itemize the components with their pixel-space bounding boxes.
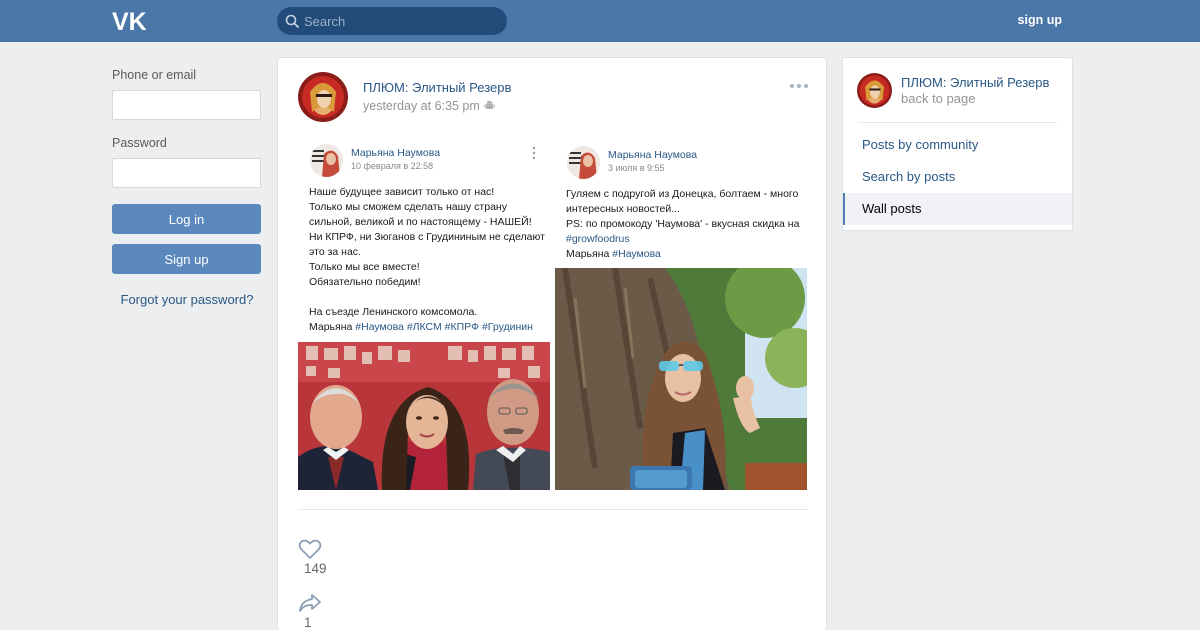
login-button[interactable]: Log in xyxy=(112,204,261,234)
post-divider xyxy=(298,509,808,510)
screenshot-author: Марьяна Наумова xyxy=(351,147,441,159)
more-options-icon[interactable] xyxy=(789,82,809,90)
screenshot-body: Гуляем с подругой из Донецка, болтаем - … xyxy=(566,188,800,230)
post-attachments: Марьяна Наумова 10 февраля в 22:58 Наше … xyxy=(298,140,808,492)
sidebar-item-posts-by-community[interactable]: Posts by community xyxy=(843,129,1072,161)
wall-post: ПЛЮМ: Элитный Резерв yesterday at 6:35 p… xyxy=(277,57,827,630)
screenshot-text: Гуляем с подругой из Донецка, болтаем - … xyxy=(566,187,802,262)
screenshot-author: Марьяна Наумова xyxy=(608,149,698,161)
password-label: Password xyxy=(112,136,167,150)
sidebar-avatar[interactable] xyxy=(857,73,892,108)
search-box[interactable] xyxy=(277,7,507,35)
screenshot-body: Наше будущее зависит только от нас! Толь… xyxy=(309,186,545,333)
svg-text:VK: VK xyxy=(112,9,146,33)
share-count: 1 xyxy=(304,615,312,630)
screenshot-avatar xyxy=(310,144,343,177)
community-sidebar: ПЛЮМ: Элитный Резерв back to page Posts … xyxy=(842,57,1073,231)
header-signup-link[interactable]: sign up xyxy=(1018,13,1062,27)
selfie-photo xyxy=(298,342,550,490)
sidebar-item-search-by-posts[interactable]: Search by posts xyxy=(843,161,1072,193)
post-date-text: yesterday at 6:35 pm xyxy=(363,99,480,113)
phone-email-field[interactable] xyxy=(112,90,261,120)
signup-button[interactable]: Sign up xyxy=(112,244,261,274)
sidebar-community-link[interactable]: ПЛЮМ: Элитный Резерв xyxy=(901,75,1049,90)
vk-logo-icon[interactable]: VK xyxy=(112,9,146,33)
screenshot-date: 3 июля в 9:55 xyxy=(608,163,665,173)
attached-image-2[interactable]: Марьяна Наумова 3 июля в 9:55 Гуляем с п… xyxy=(555,140,807,490)
android-icon xyxy=(484,100,495,109)
share-icon[interactable] xyxy=(298,592,322,614)
tree-photo xyxy=(555,268,807,490)
top-bar: VK sign up xyxy=(0,0,1200,42)
screenshot-date: 10 февраля в 22:58 xyxy=(351,161,434,171)
screenshot-menu-icon xyxy=(532,146,536,160)
screenshot-hashtag: #Наумова xyxy=(612,248,661,260)
community-avatar[interactable] xyxy=(298,72,348,122)
forgot-password-link[interactable]: Forgot your password? xyxy=(112,292,262,307)
search-icon xyxy=(285,14,299,28)
like-count: 149 xyxy=(304,561,327,576)
sidebar-item-wall-posts[interactable]: Wall posts xyxy=(843,193,1072,225)
phone-label: Phone or email xyxy=(112,68,197,82)
sidebar-separator xyxy=(858,122,1057,123)
heart-icon[interactable] xyxy=(298,538,322,560)
password-field[interactable] xyxy=(112,158,261,188)
search-input[interactable] xyxy=(304,7,499,35)
post-date[interactable]: yesterday at 6:35 pm xyxy=(363,99,495,113)
screenshot-text: Наше будущее зависит только от нас! Толь… xyxy=(309,185,545,335)
screenshot-avatar xyxy=(567,146,600,179)
post-author-link[interactable]: ПЛЮМ: Элитный Резерв xyxy=(363,80,511,95)
login-form: Phone or email Password Log in Sign up F… xyxy=(112,68,262,307)
screenshot-body-end: Марьяна xyxy=(566,248,610,260)
attached-image-1[interactable]: Марьяна Наумова 10 февраля в 22:58 Наше … xyxy=(298,140,550,490)
back-to-page-link[interactable]: back to page xyxy=(901,91,975,106)
screenshot-hashtags: #Наумова #ЛКСМ #КПРФ #Грудинин xyxy=(355,321,533,333)
screenshot-hashtag: #growfoodrus xyxy=(566,233,630,245)
